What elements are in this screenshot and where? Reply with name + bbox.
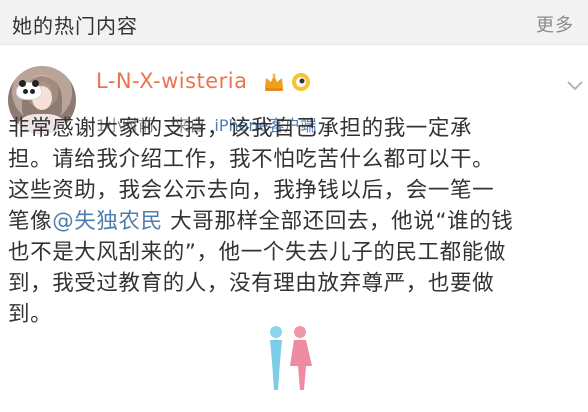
- section-header: 她的热门内容 更多: [0, 0, 588, 45]
- post-text-segment: 非常感谢大家的支持，该我自己承担的我一定承: [8, 116, 473, 141]
- post-line: 笔像@失独农民 大哥那样全部还回去，他说“谁的钱: [8, 206, 580, 237]
- couple-figures-icon: [270, 326, 312, 390]
- vip-badge-icon[interactable]: [290, 71, 312, 93]
- panda-icon: [16, 80, 42, 100]
- post-text-segment: 到，我受过教育的人，没有理由放弃尊严，也要做: [8, 271, 495, 296]
- post-line: 这些资助，我会公示去向，我挣钱以后，会一笔一: [8, 175, 580, 206]
- post-line: 到，我受过教育的人，没有理由放弃尊严，也要做: [8, 268, 580, 299]
- post-text-segment: 这些资助，我会公示去向，我挣钱以后，会一笔一: [8, 178, 495, 203]
- post-line: 担。请给我介绍工作，我不怕吃苦什么都可以干。: [8, 144, 580, 175]
- more-link[interactable]: 更多: [536, 11, 574, 37]
- post-text-segment: 笔像: [8, 209, 53, 234]
- post-line: 非常感谢大家的支持，该我自己承担的我一定承: [8, 113, 580, 144]
- post-text: 非常感谢大家的支持，该我自己承担的我一定承 担。请给我介绍工作，我不怕吃苦什么都…: [8, 113, 580, 330]
- post-text-segment: 到。: [8, 302, 53, 327]
- username[interactable]: L-N-X-wisteria: [96, 69, 248, 93]
- post-text-segment: 也不是大风刮来的”，他一个失去儿子的民工都能做: [8, 240, 506, 265]
- crown-icon[interactable]: [263, 72, 285, 92]
- post-text-segment: 大哥那样全部还回去，他说“谁的钱: [162, 209, 514, 234]
- chevron-down-icon[interactable]: [566, 80, 584, 92]
- post-text-segment: 担。请给我介绍工作，我不怕吃苦什么都可以干。: [8, 147, 495, 172]
- mention-link[interactable]: @失独农民: [52, 209, 163, 234]
- section-title: 她的热门内容: [12, 14, 138, 38]
- post-line: 也不是大风刮来的”，他一个失去儿子的民工都能做: [8, 237, 580, 268]
